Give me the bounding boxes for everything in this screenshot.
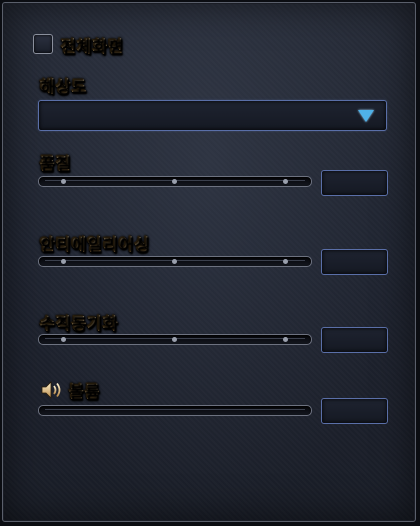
speaker-icon	[41, 381, 61, 399]
antialiasing-slider[interactable]	[38, 256, 312, 267]
fullscreen-label[interactable]: 전체화면	[61, 33, 124, 57]
resolution-dropdown[interactable]	[38, 100, 387, 131]
fullscreen-checkbox[interactable]	[33, 34, 53, 54]
resolution-label: 해상도	[40, 73, 87, 97]
quality-value-box	[321, 170, 388, 196]
triangle-down-icon[interactable]	[358, 110, 374, 122]
settings-panel: 전체화면 해상도 품질 안티에일리어싱 수직동기화 볼륨	[2, 2, 416, 522]
antialiasing-value-box	[321, 249, 388, 275]
quality-slider-tick	[61, 179, 66, 184]
volume-slider[interactable]	[38, 405, 312, 416]
volume-value-box	[321, 398, 388, 424]
antialiasing-slider-tick	[283, 259, 288, 264]
vsync-slider-tick	[172, 337, 177, 342]
vsync-label: 수직동기화	[40, 310, 119, 334]
vsync-slider-tick	[283, 337, 288, 342]
antialiasing-slider-tick	[61, 259, 66, 264]
quality-slider-tick	[172, 179, 177, 184]
vsync-slider[interactable]	[38, 334, 312, 345]
volume-label: 볼륨	[69, 378, 100, 402]
quality-label: 품질	[40, 150, 71, 174]
antialiasing-slider-tick	[172, 259, 177, 264]
vsync-slider-tick	[61, 337, 66, 342]
quality-slider[interactable]	[38, 176, 312, 187]
volume-slider-line	[45, 409, 305, 410]
quality-slider-tick	[283, 179, 288, 184]
vsync-value-box	[321, 327, 388, 353]
antialiasing-label: 안티에일리어싱	[40, 231, 150, 255]
